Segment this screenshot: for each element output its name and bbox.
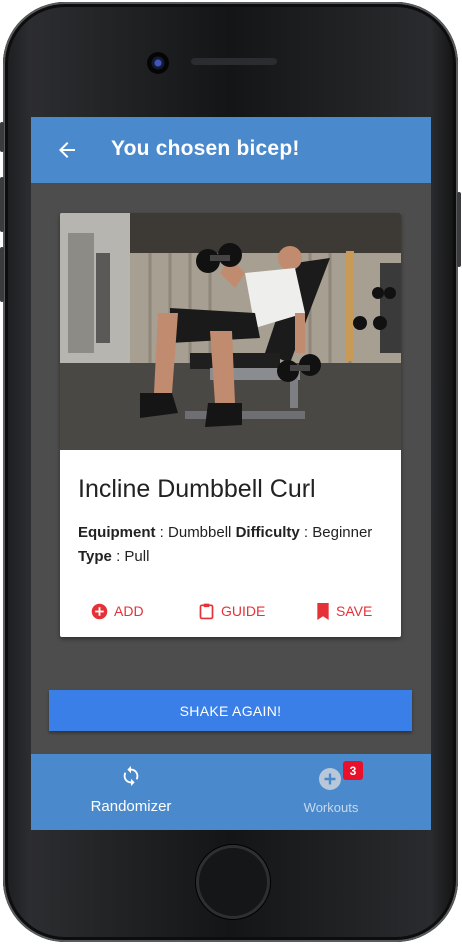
separator: : [299,524,313,541]
difficulty-value: Beginner [312,524,373,541]
separator: : [111,548,125,565]
add-button[interactable]: ADD [91,599,144,623]
home-button[interactable] [196,845,270,919]
add-label: ADD [114,603,144,619]
shake-again-button[interactable]: SHAKE AGAIN! [49,690,412,731]
exercise-photo [60,213,401,450]
details-line-2: Type : Pull [78,545,372,569]
nav-randomizer-label: Randomizer [90,798,172,815]
save-label: SAVE [336,603,373,619]
workouts-count-badge: 3 [343,761,363,780]
nav-randomizer[interactable]: Randomizer [71,754,191,830]
save-button[interactable]: SAVE [316,599,372,623]
add-circle-icon [91,603,108,619]
front-camera [147,52,169,74]
refresh-icon [123,765,139,787]
app-screen: You chosen bicep! Incline Dumbbell Curl … [31,117,431,830]
phone-power-button [457,192,461,267]
guide-label: GUIDE [221,603,266,619]
earpiece-speaker [191,58,277,65]
exercise-name: Incline Dumbbell Curl [78,475,316,503]
nav-workouts-label: Workouts [303,800,359,815]
details-line-1: Equipment : Dumbbell Difficulty : Beginn… [78,521,372,545]
equipment-value: Dumbbell [168,524,232,541]
equipment-label: Equipment [78,524,156,541]
separator: : [155,524,169,541]
arrow-back-icon[interactable] [55,138,79,162]
page-title: You chosen bicep! [111,137,300,160]
bottom-navigation: Randomizer 3 Workouts [31,754,431,830]
app-bar: You chosen bicep! [31,117,431,183]
type-value: Pull [124,548,150,565]
phone-volume-up [0,177,4,232]
exercise-details: Equipment : Dumbbell Difficulty : Beginn… [78,521,372,569]
guide-button[interactable]: GUIDE [198,599,265,623]
exercise-card: Incline Dumbbell Curl Equipment : Dumbbe… [60,213,401,637]
clipboard-icon [199,603,214,620]
card-actions: ADD GUIDE SAVE [60,599,401,623]
phone-volume-down [0,247,4,302]
bookmark-icon [317,602,329,620]
type-label: Type [78,548,112,565]
phone-mute-switch [0,122,4,152]
add-circle-outline-icon [319,768,341,790]
difficulty-label: Difficulty [235,524,300,541]
nav-workouts[interactable]: 3 Workouts [271,754,391,830]
